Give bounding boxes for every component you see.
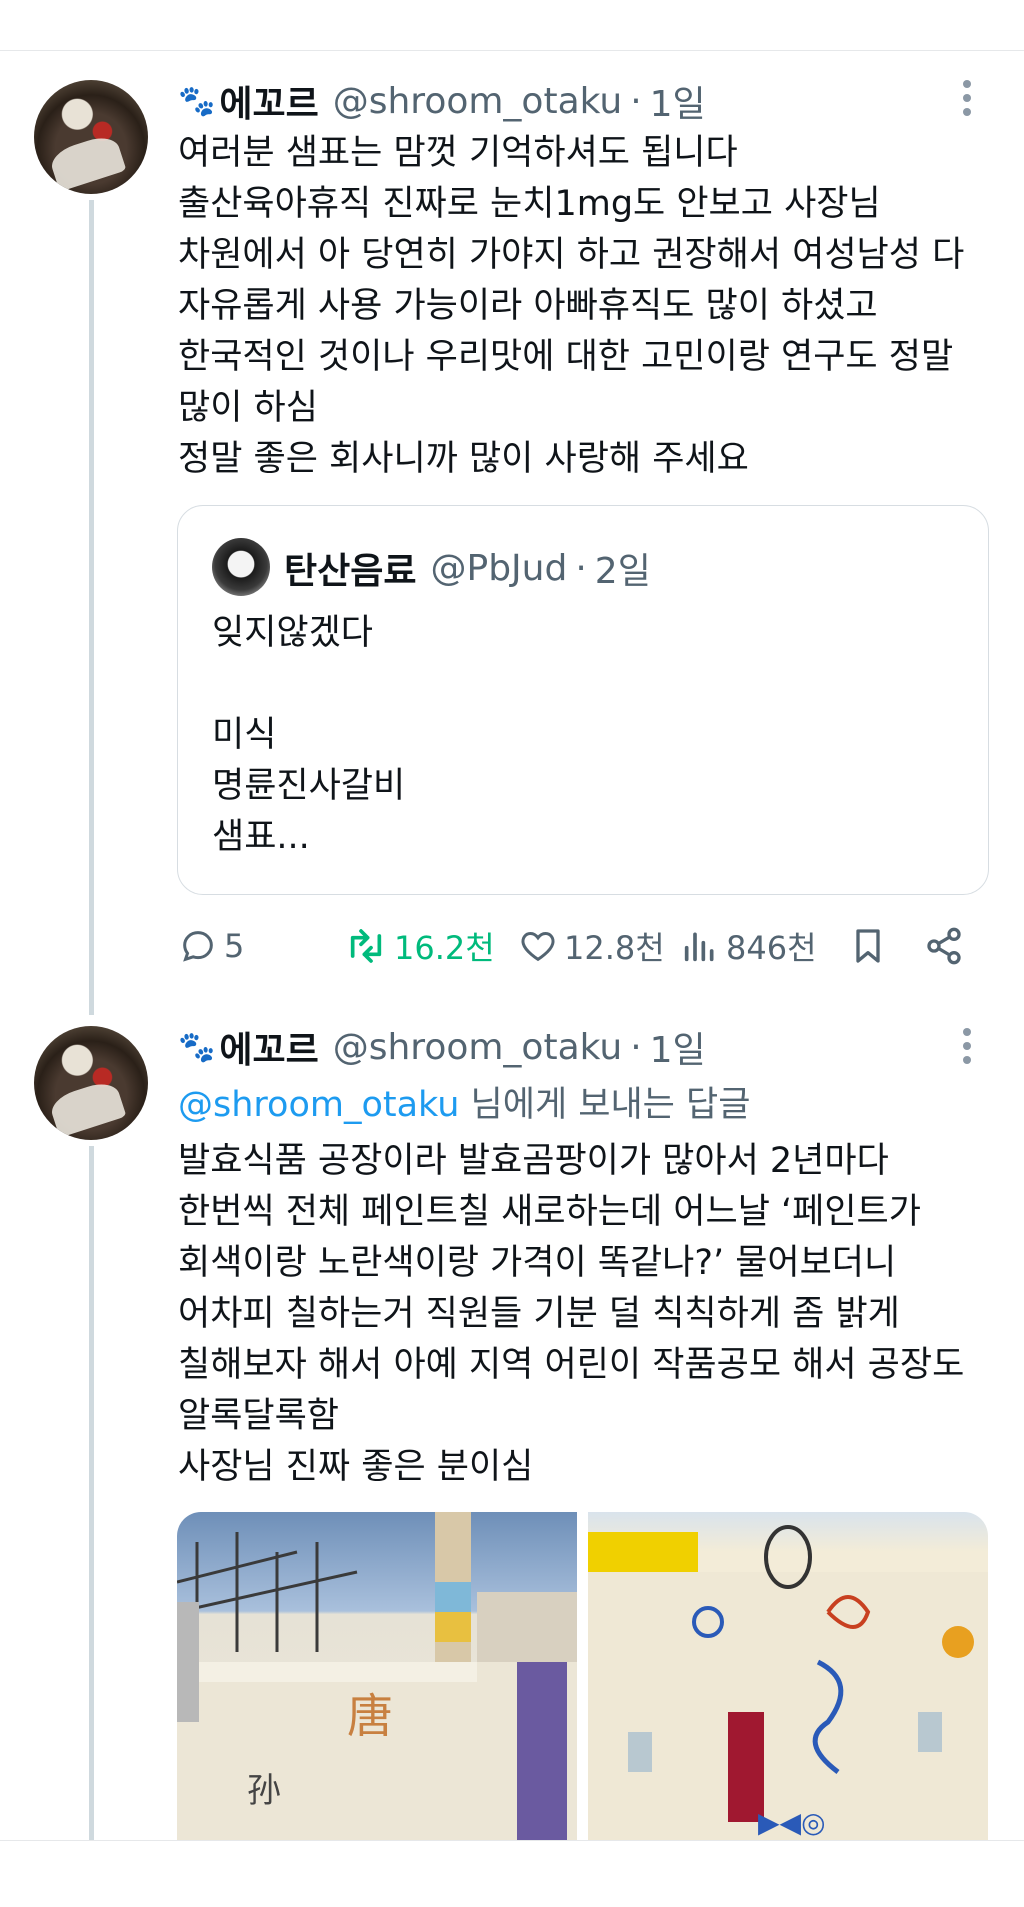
reply-icon — [183, 931, 213, 962]
timestamp[interactable]: 1일 — [650, 75, 706, 127]
separator-dot: · — [575, 547, 587, 589]
quoted-timestamp: 2일 — [594, 551, 651, 592]
heart-icon — [521, 931, 555, 962]
svg-text:孙: 孙 — [247, 1771, 281, 1811]
quoted-author-name: 탄산음료 — [284, 551, 417, 592]
quoted-author-avatar — [212, 538, 270, 596]
author-handle[interactable]: @shroom_otaku — [333, 81, 622, 122]
paw-prints-icon: 🐾 — [178, 83, 216, 119]
separator-dot: · — [630, 80, 642, 122]
bottom-reply-bar — [0, 1840, 1024, 1907]
reply-count: 5 — [224, 927, 245, 965]
paw-prints-icon: 🐾 — [178, 1029, 216, 1065]
tweet-image-factory-2[interactable]: ▶◀◎ — [588, 1512, 988, 1842]
quoted-author-handle: @PbJud — [430, 547, 568, 589]
bookmark-button[interactable] — [848, 918, 894, 974]
more-options-icon[interactable] — [950, 78, 984, 124]
separator-dot: · — [630, 1026, 642, 1068]
bar-chart-icon — [684, 932, 714, 962]
retweet-count: 16.2천 — [394, 929, 495, 967]
reply-to-suffix: 님에게 보내는 답글 — [459, 1085, 751, 1125]
tweet-header: 🐾 에꼬르 @shroom_otaku · 1일 — [178, 75, 706, 127]
svg-text:唐: 唐 — [347, 1689, 393, 1743]
reply-button[interactable]: 5 — [178, 918, 244, 974]
view-count: 846천 — [726, 929, 817, 967]
tweet-text: 발효식품 공장이라 발효곰팡이가 많아서 2년마다 한번씩 전체 페인트칠 새로… — [178, 1141, 965, 1487]
thread-line — [89, 1146, 94, 1840]
quoted-tweet-header: 탄산음료 @PbJud · 2일 — [284, 542, 651, 594]
share-icon — [927, 927, 961, 965]
tweet-header: 🐾 에꼬르 @shroom_otaku · 1일 — [178, 1021, 706, 1073]
author-name[interactable]: 에꼬르 — [219, 75, 318, 127]
share-button[interactable] — [924, 918, 970, 974]
retweet-icon — [350, 929, 382, 963]
author-name[interactable]: 에꼬르 — [219, 1021, 318, 1073]
author-avatar[interactable] — [34, 1026, 148, 1140]
reply-mention-link[interactable]: @shroom_otaku — [178, 1085, 459, 1125]
svg-text:▶◀◎: ▶◀◎ — [758, 1806, 826, 1839]
author-avatar[interactable] — [34, 80, 148, 194]
timestamp[interactable]: 1일 — [650, 1021, 706, 1073]
tweet-text: 여러분 샘표는 맘껏 기억하셔도 됩니다 출산육아휴직 진짜로 눈치1mg도 안… — [178, 133, 965, 479]
more-options-icon[interactable] — [950, 1026, 984, 1072]
tweet-1[interactable]: 🐾 에꼬르 @shroom_otaku · 1일 여러분 샘표는 맘껏 기억하셔… — [0, 0, 1024, 1015]
retweet-button[interactable]: 16.2천 — [344, 918, 495, 974]
bookmark-icon — [856, 929, 880, 963]
quoted-tweet[interactable]: 탄산음료 @PbJud · 2일 잊지않겠다 미식 명륜진사갈비 샘표... — [177, 505, 989, 895]
thread-line — [89, 200, 94, 1015]
replying-to: @shroom_otaku 님에게 보내는 답글 — [178, 1076, 750, 1127]
views-button[interactable]: 846천 — [680, 918, 817, 974]
like-count: 12.8천 — [564, 929, 665, 967]
author-handle[interactable]: @shroom_otaku — [333, 1027, 622, 1068]
tweet-actions: 5 16.2천 12.8천 846천 — [178, 918, 998, 974]
quoted-tweet-text: 잊지않겠다 미식 명륜진사갈비 샘표... — [212, 613, 406, 857]
like-button[interactable]: 12.8천 — [518, 918, 665, 974]
tweet-image-factory-1[interactable]: 唐 孙 — [177, 1512, 577, 1842]
